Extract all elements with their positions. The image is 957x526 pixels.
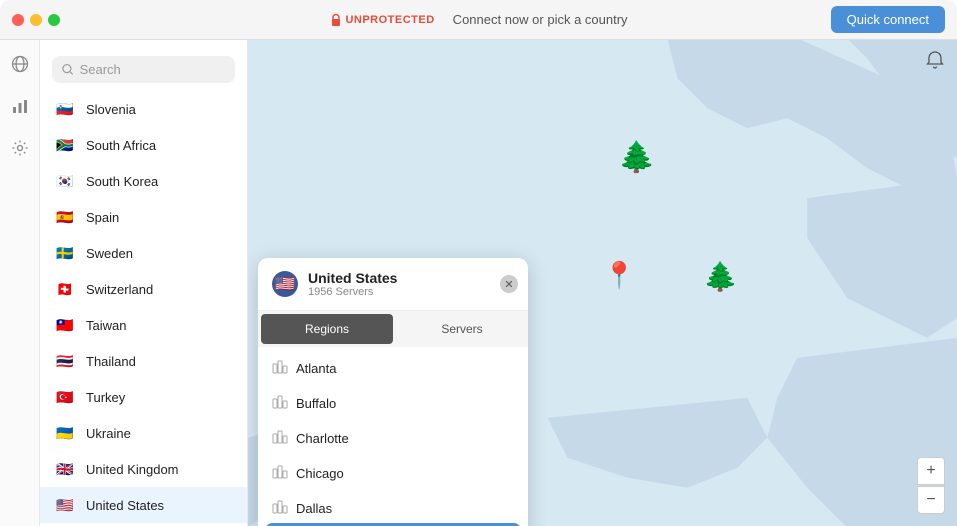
popup-country-info: United States 1956 Servers bbox=[308, 270, 397, 298]
popup-flag: 🇺🇸 bbox=[272, 271, 298, 297]
country-item-turkey[interactable]: 🇹🇷 Turkey bbox=[40, 379, 247, 415]
country-item-thailand[interactable]: 🇹🇭 Thailand bbox=[40, 343, 247, 379]
map-area: 🌲 🌲 📍 🇺🇸 United States 1956 Servers ✕ Re… bbox=[248, 40, 957, 526]
region-name: Chicago bbox=[296, 466, 344, 481]
region-item-chicago[interactable]: Chicago bbox=[258, 456, 528, 491]
maximize-button[interactable] bbox=[48, 14, 60, 26]
flag-ukraine: 🇺🇦 bbox=[54, 422, 76, 444]
country-item-ukraine[interactable]: 🇺🇦 Ukraine bbox=[40, 415, 247, 451]
country-name: Thailand bbox=[86, 354, 136, 369]
country-item-united-kingdom[interactable]: 🇬🇧 United Kingdom bbox=[40, 451, 247, 487]
zoom-in-button[interactable]: + bbox=[917, 457, 945, 485]
country-name: Ukraine bbox=[86, 426, 131, 441]
region-icon bbox=[272, 464, 288, 483]
country-name: United States bbox=[86, 498, 164, 513]
flag-south-korea: 🇰🇷 bbox=[54, 170, 76, 192]
title-bar-center: UNPROTECTED Connect now or pick a countr… bbox=[329, 12, 627, 27]
minimize-button[interactable] bbox=[30, 14, 42, 26]
country-items-container: 🇸🇮 Slovenia 🇿🇦 South Africa 🇰🇷 South Kor… bbox=[40, 91, 247, 526]
region-item-dallas[interactable]: Dallas bbox=[258, 491, 528, 515]
country-item-south-korea[interactable]: 🇰🇷 South Korea bbox=[40, 163, 247, 199]
traffic-lights bbox=[12, 14, 60, 26]
map-tree-2: 🌲 bbox=[703, 260, 738, 293]
country-name: United Kingdom bbox=[86, 462, 179, 477]
flag-switzerland: 🇨🇭 bbox=[54, 278, 76, 300]
sidebar: 🇸🇮 Slovenia 🇿🇦 South Africa 🇰🇷 South Kor… bbox=[0, 40, 248, 526]
search-input-wrapper bbox=[52, 56, 235, 83]
main-layout: 🇸🇮 Slovenia 🇿🇦 South Africa 🇰🇷 South Kor… bbox=[0, 40, 957, 526]
country-name: Taiwan bbox=[86, 318, 126, 333]
settings-icon[interactable] bbox=[10, 138, 30, 158]
country-item-sweden[interactable]: 🇸🇪 Sweden bbox=[40, 235, 247, 271]
lock-icon bbox=[329, 13, 341, 27]
region-icon bbox=[272, 394, 288, 413]
flag-thailand: 🇹🇭 bbox=[54, 350, 76, 372]
country-name: Turkey bbox=[86, 390, 125, 405]
map-tree-1: 🌲 bbox=[618, 140, 655, 175]
search-icon bbox=[62, 63, 74, 76]
country-item-spain[interactable]: 🇪🇸 Spain bbox=[40, 199, 247, 235]
country-item-slovenia[interactable]: 🇸🇮 Slovenia bbox=[40, 91, 247, 127]
country-item-south-africa[interactable]: 🇿🇦 South Africa bbox=[40, 127, 247, 163]
flag-united-kingdom: 🇬🇧 bbox=[54, 458, 76, 480]
flag-south-africa: 🇿🇦 bbox=[54, 134, 76, 156]
popup-region-list: Atlanta Buffalo Charlotte bbox=[258, 347, 528, 515]
region-name: Dallas bbox=[296, 501, 332, 515]
popup-server-count: 1956 Servers bbox=[308, 286, 397, 298]
country-name: Sweden bbox=[86, 246, 133, 261]
country-name: Spain bbox=[86, 210, 119, 225]
globe-icon[interactable] bbox=[10, 54, 30, 74]
map-controls: + − bbox=[917, 457, 945, 514]
country-item-taiwan[interactable]: 🇹🇼 Taiwan bbox=[40, 307, 247, 343]
region-icon bbox=[272, 429, 288, 448]
country-name: South Korea bbox=[86, 174, 158, 189]
search-box bbox=[40, 48, 247, 91]
chart-icon[interactable] bbox=[10, 96, 30, 116]
country-name: Slovenia bbox=[86, 102, 136, 117]
country-item-united-states[interactable]: 🇺🇸 United States bbox=[40, 487, 247, 523]
region-item-buffalo[interactable]: Buffalo bbox=[258, 386, 528, 421]
sidebar-icon-rail bbox=[0, 40, 40, 526]
region-item-charlotte[interactable]: Charlotte bbox=[258, 421, 528, 456]
region-icon bbox=[272, 499, 288, 515]
country-item-switzerland[interactable]: 🇨🇭 Switzerland bbox=[40, 271, 247, 307]
flag-taiwan: 🇹🇼 bbox=[54, 314, 76, 336]
country-name: Switzerland bbox=[86, 282, 153, 297]
status-text: UNPROTECTED bbox=[345, 14, 434, 26]
tab-servers[interactable]: Servers bbox=[396, 311, 528, 347]
country-popup: 🇺🇸 United States 1956 Servers ✕ Regions … bbox=[258, 258, 528, 526]
location-pin: 📍 bbox=[603, 260, 635, 291]
zoom-out-button[interactable]: − bbox=[917, 486, 945, 514]
country-name: South Africa bbox=[86, 138, 156, 153]
flag-spain: 🇪🇸 bbox=[54, 206, 76, 228]
popup-tabs: Regions Servers bbox=[258, 311, 528, 347]
center-message: Connect now or pick a country bbox=[453, 12, 628, 27]
region-name: Atlanta bbox=[296, 361, 336, 376]
country-list: 🇸🇮 Slovenia 🇿🇦 South Africa 🇰🇷 South Kor… bbox=[40, 40, 247, 526]
title-bar: UNPROTECTED Connect now or pick a countr… bbox=[0, 0, 957, 40]
search-input[interactable] bbox=[80, 62, 225, 77]
notification-bell-icon[interactable] bbox=[925, 50, 945, 75]
region-item-atlanta[interactable]: Atlanta bbox=[258, 351, 528, 386]
popup-header: 🇺🇸 United States 1956 Servers ✕ bbox=[258, 258, 528, 311]
flag-slovenia: 🇸🇮 bbox=[54, 98, 76, 120]
flag-sweden: 🇸🇪 bbox=[54, 242, 76, 264]
quick-connect-header-button[interactable]: Quick connect bbox=[831, 6, 945, 33]
region-name: Buffalo bbox=[296, 396, 336, 411]
popup-country-name: United States bbox=[308, 270, 397, 286]
sidebar-content: 🇸🇮 Slovenia 🇿🇦 South Africa 🇰🇷 South Kor… bbox=[0, 40, 247, 526]
flag-turkey: 🇹🇷 bbox=[54, 386, 76, 408]
close-button[interactable] bbox=[12, 14, 24, 26]
unprotected-badge: UNPROTECTED bbox=[329, 13, 434, 27]
region-icon bbox=[272, 359, 288, 378]
tab-regions[interactable]: Regions bbox=[261, 314, 393, 344]
flag-united-states: 🇺🇸 bbox=[54, 494, 76, 516]
region-name: Charlotte bbox=[296, 431, 349, 446]
popup-close-button[interactable]: ✕ bbox=[500, 275, 518, 293]
